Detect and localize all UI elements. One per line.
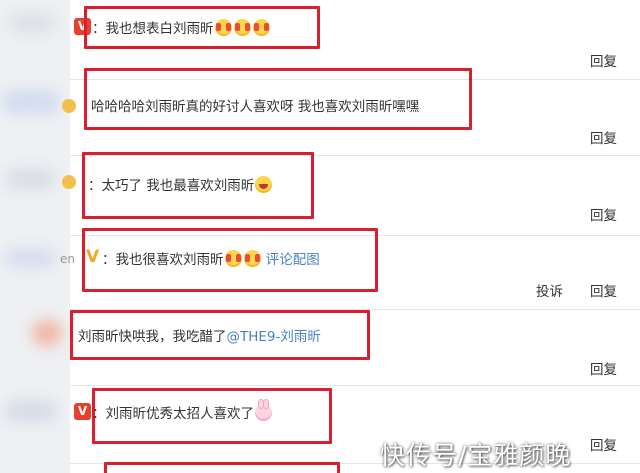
- reply-button[interactable]: 回复: [590, 358, 617, 378]
- comment-image-link[interactable]: 评论配图: [266, 252, 320, 268]
- reply-button[interactable]: 回复: [590, 434, 617, 454]
- comment-body: 刘雨昕快哄我，我吃醋了: [78, 329, 227, 345]
- bunny-emoji-icon: [255, 399, 272, 421]
- comment-body: 刘雨昕优秀太招人喜欢了: [105, 406, 255, 422]
- comment-body: 哈哈哈哈刘雨昕真的好讨人喜欢呀 我也喜欢刘雨昕嘿嘿: [91, 99, 420, 115]
- reply-button[interactable]: 回复: [590, 127, 617, 147]
- comment-text: ：太巧了 我也最喜欢刘雨昕: [88, 176, 273, 195]
- comment-text: ：我也很喜欢刘雨昕 评论配图: [102, 250, 320, 269]
- highlight-box: [104, 462, 340, 473]
- avatar: [62, 99, 76, 113]
- crying-face-icon: [252, 19, 270, 36]
- comment-body: 太巧了 我也最喜欢刘雨昕: [101, 178, 255, 194]
- separator: ：: [88, 178, 102, 194]
- vip-badge-icon: V: [74, 403, 91, 420]
- mention-link[interactable]: @THE9-刘雨昕: [227, 329, 321, 345]
- comment-body: 我也很喜欢刘雨昕: [115, 252, 224, 268]
- reply-button[interactable]: 回复: [590, 204, 617, 224]
- crying-face-icon: [214, 19, 232, 36]
- watermark: 快传号/宝雅颜晚: [380, 441, 572, 470]
- avatar: [62, 175, 76, 189]
- separator: ：: [92, 406, 106, 422]
- comment-text: 哈哈哈哈刘雨昕真的好讨人喜欢呀 我也喜欢刘雨昕嘿嘿: [91, 98, 419, 116]
- comment-feed: V ：我也想表白刘雨昕 回复 哈哈哈哈刘雨昕真的好讨人喜欢呀 我也喜欢刘雨昕嘿嘿…: [62, 0, 640, 473]
- comment-text: ：刘雨昕优秀太招人喜欢了: [92, 399, 273, 423]
- smiling-face-icon: [255, 176, 273, 193]
- crying-face-icon: [243, 250, 261, 267]
- report-button[interactable]: 投诉: [536, 280, 563, 300]
- separator: ：: [102, 252, 116, 268]
- separator: ：: [92, 21, 106, 37]
- crying-face-icon: [224, 250, 242, 267]
- comment-row: V ：我也很喜欢刘雨昕 评论配图 投诉 回复: [70, 228, 640, 310]
- reply-button[interactable]: 回复: [590, 50, 617, 70]
- reply-button[interactable]: 回复: [590, 280, 617, 300]
- comment-row: 哈哈哈哈刘雨昕真的好讨人喜欢呀 我也喜欢刘雨昕嘿嘿 回复: [62, 68, 640, 156]
- comment-body: 我也想表白刘雨昕: [105, 21, 214, 37]
- crying-face-icon: [233, 19, 251, 36]
- comment-row: ：太巧了 我也最喜欢刘雨昕 回复: [62, 152, 640, 236]
- blurred-user-column: [0, 0, 70, 473]
- comment-text: 刘雨昕快哄我，我吃醋了@THE9-刘雨昕: [78, 328, 321, 346]
- comment-text: ：我也想表白刘雨昕: [92, 19, 271, 38]
- comment-row: 刘雨昕快哄我，我吃醋了@THE9-刘雨昕 回复: [70, 310, 640, 386]
